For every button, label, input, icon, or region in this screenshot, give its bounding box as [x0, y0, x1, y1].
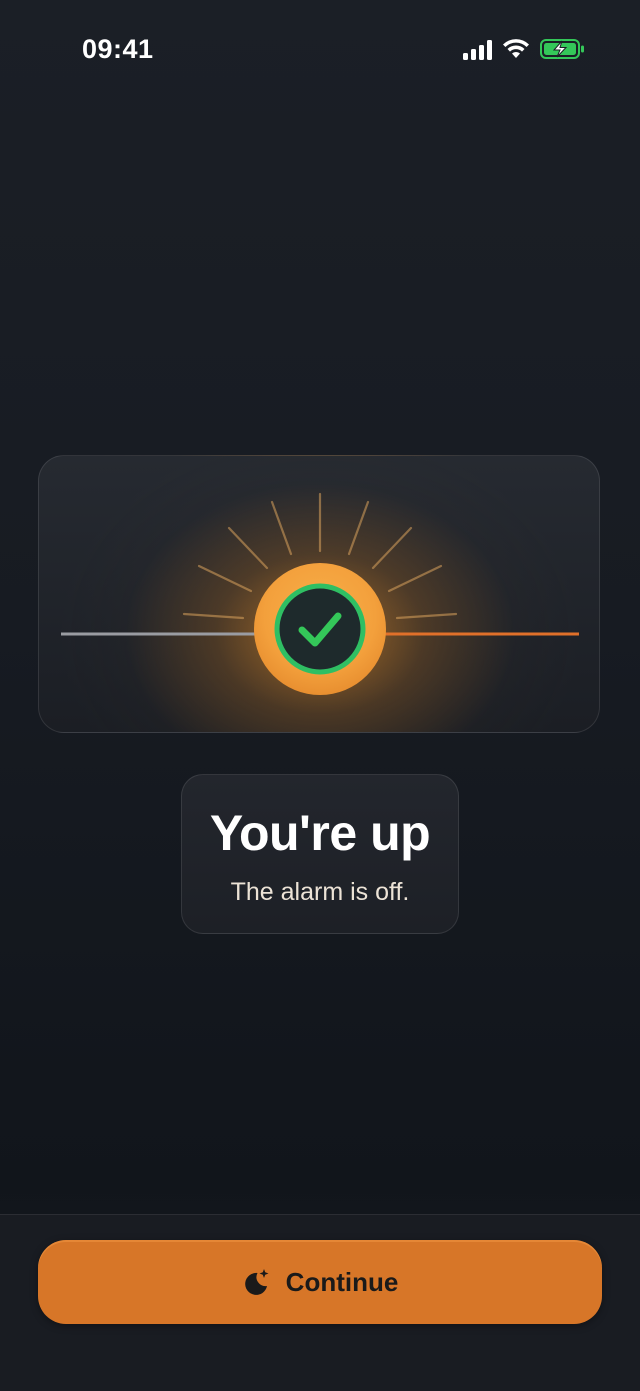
status-bar: 09:41: [0, 0, 640, 100]
status-time: 09:41: [82, 34, 154, 64]
page-title: You're up: [209, 805, 431, 861]
hero-card: [38, 455, 600, 733]
page-subtitle: The alarm is off.: [230, 878, 410, 906]
sunrise-illustration: [61, 492, 579, 695]
footer: Continue: [0, 1214, 640, 1391]
moon-sparkle-icon: [244, 1269, 269, 1295]
check-badge: [274, 583, 366, 675]
continue-button[interactable]: Continue: [38, 1240, 602, 1324]
signal-icon: [463, 38, 492, 60]
wifi-icon: [503, 39, 529, 58]
continue-label: Continue: [285, 1266, 399, 1297]
battery-charging-icon: [540, 39, 584, 59]
status-icons: [463, 38, 586, 60]
message-card: You're up The alarm is off.: [181, 774, 459, 934]
